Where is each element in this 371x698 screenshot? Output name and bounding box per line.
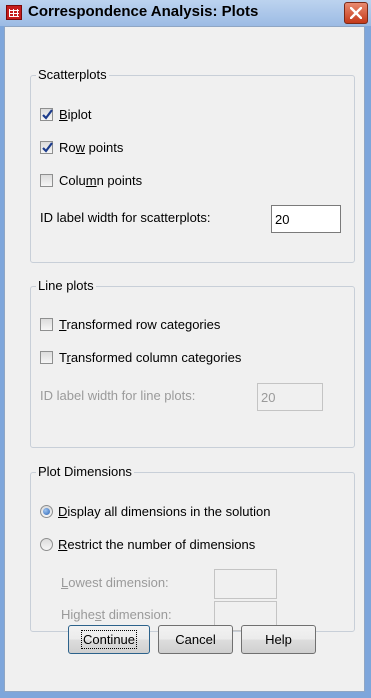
dialog-content: Scatterplots Biplot Row points Column po… bbox=[4, 26, 365, 692]
column-points-check-icon[interactable] bbox=[40, 174, 53, 187]
close-button[interactable] bbox=[344, 2, 368, 24]
app-grid-icon bbox=[6, 5, 22, 20]
help-button[interactable]: Help bbox=[241, 625, 316, 654]
transformed-row-check-icon[interactable] bbox=[40, 318, 53, 331]
scatterplots-legend: Scatterplots bbox=[36, 67, 109, 82]
scatter-id-width-input[interactable]: 20 bbox=[271, 205, 341, 233]
title-bar[interactable]: Correspondence Analysis: Plots bbox=[0, 0, 371, 26]
column-points-checkbox[interactable]: Column points bbox=[40, 173, 142, 188]
lineplots-group: Line plots bbox=[30, 279, 355, 448]
highest-dimension-label: Highest dimension: bbox=[61, 607, 172, 622]
display-all-radio-icon[interactable] bbox=[40, 505, 53, 518]
transformed-column-check-icon[interactable] bbox=[40, 351, 53, 364]
continue-button[interactable]: Continue bbox=[68, 625, 150, 654]
display-all-dimensions-radio[interactable]: Display all dimensions in the solution bbox=[40, 504, 270, 519]
dialog-window: Correspondence Analysis: Plots Scatterpl… bbox=[0, 0, 371, 698]
lowest-dimension-input[interactable] bbox=[214, 569, 277, 599]
scatter-id-label: ID label width for scatterplots: bbox=[40, 210, 211, 225]
close-icon bbox=[350, 7, 362, 19]
lowest-dimension-label: Lowest dimension: bbox=[61, 575, 169, 590]
row-points-check-icon[interactable] bbox=[40, 141, 53, 154]
restrict-dimensions-radio[interactable]: Restrict the number of dimensions bbox=[40, 537, 255, 552]
cancel-button[interactable]: Cancel bbox=[158, 625, 233, 654]
lineplots-legend: Line plots bbox=[36, 278, 96, 293]
row-points-checkbox[interactable]: Row points bbox=[40, 140, 123, 155]
restrict-radio-icon[interactable] bbox=[40, 538, 53, 551]
transformed-column-checkbox[interactable]: Transformed column categories bbox=[40, 350, 241, 365]
transformed-row-checkbox[interactable]: Transformed row categories bbox=[40, 317, 220, 332]
biplot-checkbox[interactable]: Biplot bbox=[40, 107, 92, 122]
line-id-label: ID label width for line plots: bbox=[40, 388, 196, 403]
scatterplots-group: Scatterplots bbox=[30, 68, 355, 263]
plot-dimensions-legend: Plot Dimensions bbox=[36, 464, 134, 479]
biplot-check-icon[interactable] bbox=[40, 108, 53, 121]
line-id-width-input[interactable]: 20 bbox=[257, 383, 323, 411]
window-title: Correspondence Analysis: Plots bbox=[28, 3, 259, 20]
